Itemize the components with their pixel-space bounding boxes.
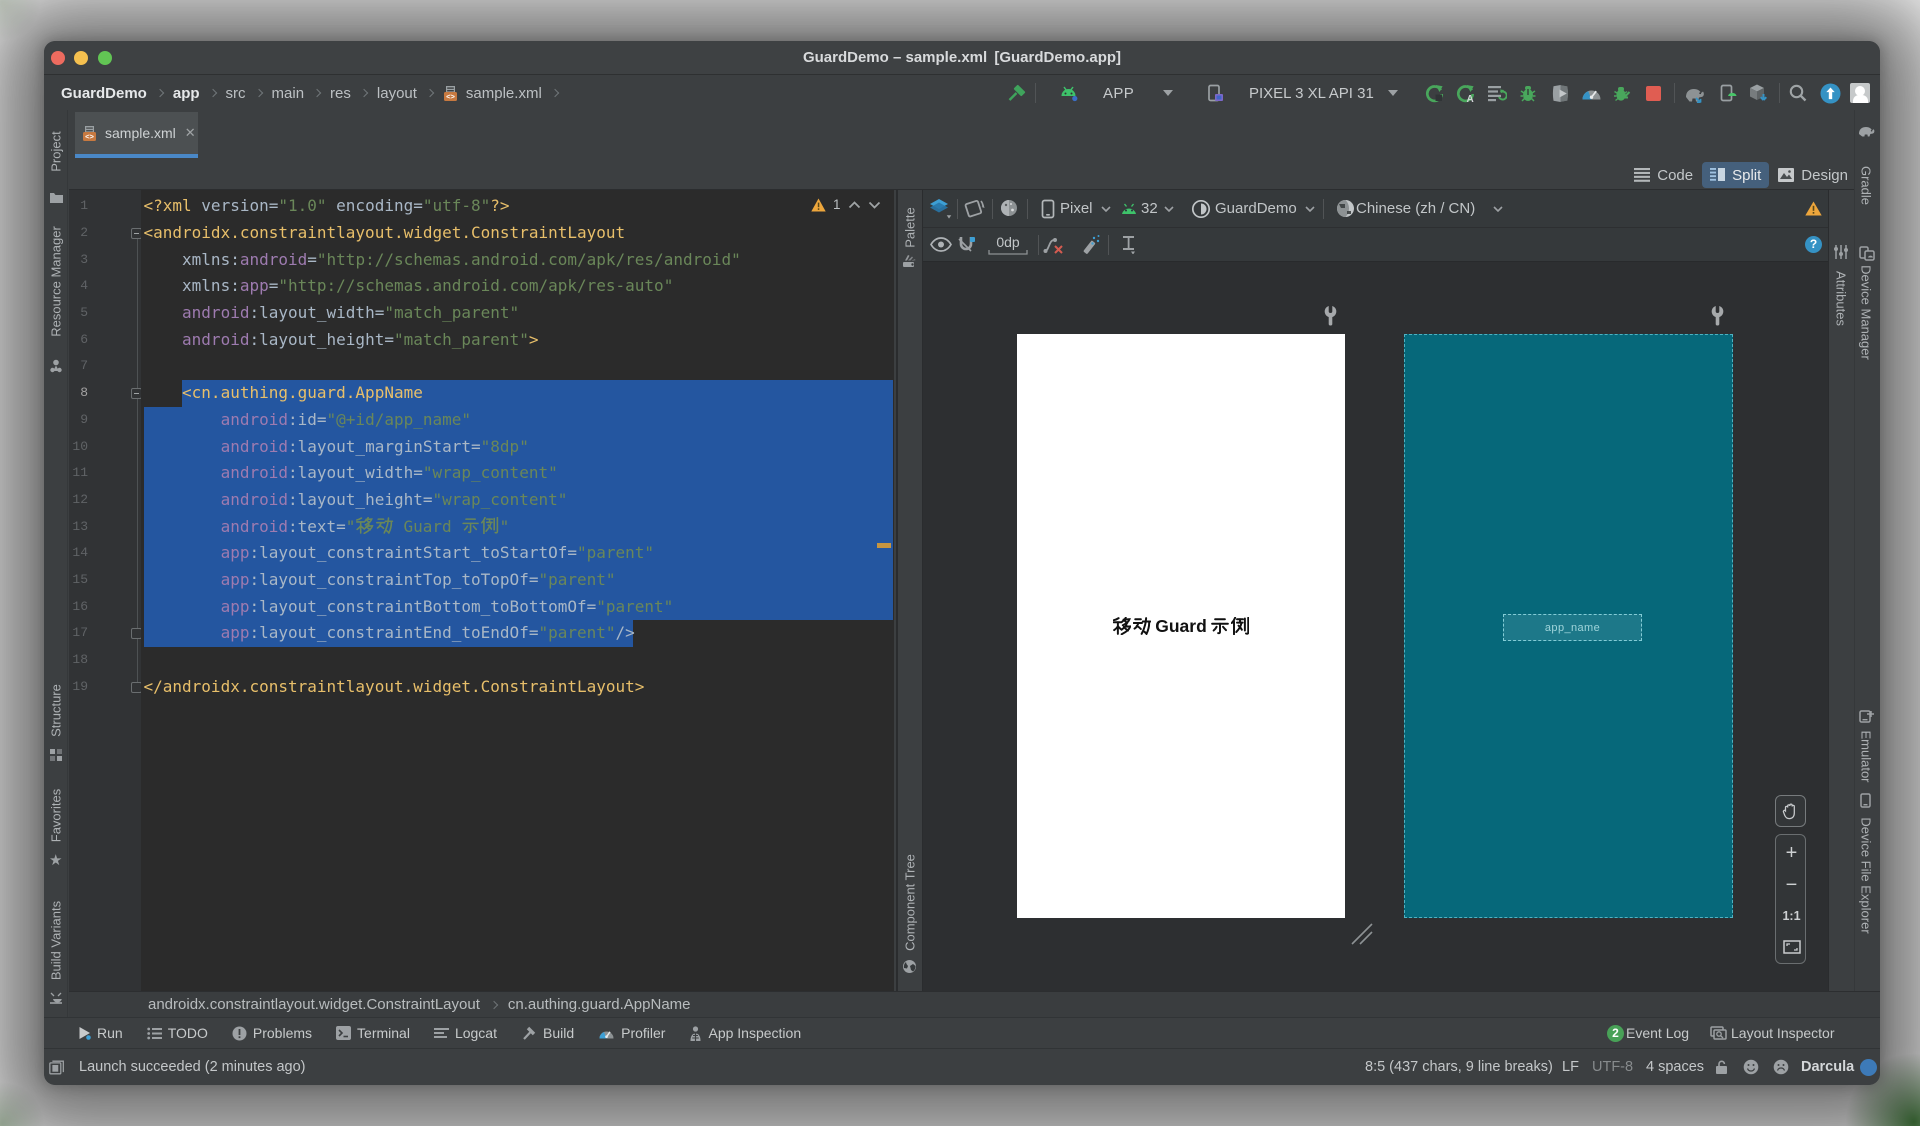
svg-text:A: A [1466, 94, 1473, 103]
svg-text:<>: <> [446, 92, 455, 101]
svg-text:<>: <> [85, 132, 94, 141]
